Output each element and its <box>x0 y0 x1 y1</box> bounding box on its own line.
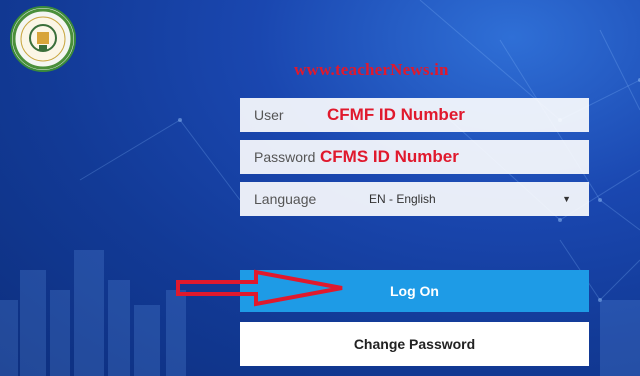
red-arrow-icon <box>176 269 343 307</box>
password-value-annotation: CFMS ID Number <box>320 147 459 166</box>
password-label: Password <box>254 149 316 165</box>
chevron-down-icon[interactable]: ▼ <box>562 194 571 204</box>
password-field[interactable]: Password CFMS ID Number <box>240 140 589 174</box>
watermark-text: www.teacherNews.in <box>294 60 449 79</box>
user-field[interactable]: User CFMF ID Number <box>240 98 589 132</box>
language-select[interactable]: Language EN - English ▼ <box>240 182 589 216</box>
change-password-button[interactable]: Change Password <box>240 322 589 366</box>
government-emblem-icon <box>10 6 76 72</box>
user-value-annotation: CFMF ID Number <box>327 105 465 124</box>
user-label: User <box>254 107 284 123</box>
language-selected-value: EN - English <box>369 192 436 206</box>
language-label: Language <box>254 191 317 207</box>
